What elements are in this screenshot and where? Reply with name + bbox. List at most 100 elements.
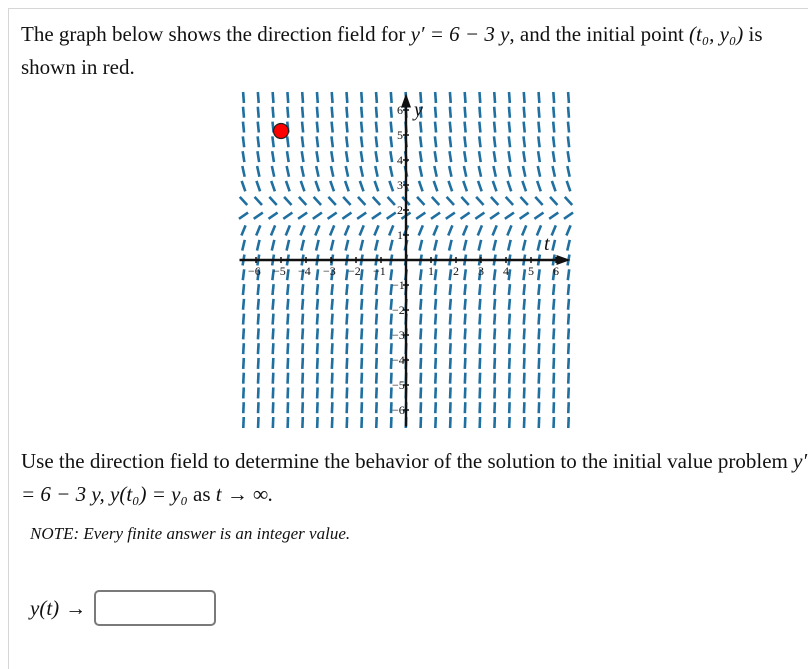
slope-segment [490,213,499,219]
slope-segment [494,387,495,398]
slope-segment [447,197,454,205]
intro-text: The graph below shows the direction fiel… [21,18,791,84]
slope-segment [317,387,318,398]
question-text: Use the direction field to determine the… [21,445,808,511]
slope-segment [435,92,436,103]
slope-segment [346,151,348,162]
slope-segment [287,314,288,325]
slope-segment [317,373,318,384]
slope-segment [301,181,305,191]
slope-segment [346,107,347,118]
slope-segment [479,122,480,133]
slope-segment [479,107,480,118]
slope-segment [479,151,481,162]
slope-segment [479,328,480,339]
slope-segment [464,269,465,280]
slope-segment [302,136,303,147]
slope-segment [376,92,377,103]
slope-segment [420,166,422,177]
slope-segment [390,151,392,162]
slope-segment [302,343,303,354]
slope-segment [478,225,482,235]
slope-segment [509,92,510,103]
t-tick-label: 5 [528,264,534,278]
slope-segment [539,358,540,369]
slope-segment [564,213,573,219]
slope-segment [568,107,569,118]
slope-segment [332,373,333,384]
slope-segment [508,166,510,177]
direction-field-chart: ty −6−5−4−3−2−1123456−6−5−4−3−2−1123456 [230,88,590,438]
slope-segment [258,122,259,133]
slope-segment [450,343,451,354]
slope-segment [391,136,392,147]
slope-segment [287,269,288,280]
slope-segment [376,122,377,133]
slope-segment [391,122,392,133]
slope-segment [565,197,572,205]
slope-segment [479,136,480,147]
slope-segment [358,197,365,205]
slope-segment [258,107,259,118]
slope-segment [243,136,244,147]
slope-segment [272,136,273,147]
intro-text-start: The graph below shows the direction fiel… [21,22,411,46]
slope-segment [302,358,303,369]
slope-segment [315,225,319,235]
slope-segment [420,314,421,325]
slope-segment [271,225,275,235]
slope-segment [567,166,569,177]
slope-segment [420,299,421,310]
slope-segment [509,107,510,118]
slope-segment [435,299,436,310]
answer-input[interactable] [94,590,216,626]
slope-segment [464,136,465,147]
slope-segment [450,358,451,369]
slope-segment [387,213,396,219]
slope-segment [420,358,421,369]
intro-text-mid: , and the initial point [509,22,689,46]
slope-segment [317,269,318,280]
slope-segment [361,122,362,133]
slope-segment [242,240,245,251]
slope-segment [287,284,288,295]
slope-segment [435,151,437,162]
slope-segment [243,343,244,354]
slope-segment [258,299,259,310]
slope-segment [420,122,421,133]
slope-segment [465,299,466,310]
slope-segment [493,225,497,235]
slope-segment [509,328,510,339]
slope-segment [508,181,512,191]
slope-segment [549,213,558,219]
slope-segment [288,358,289,369]
slope-segment [257,151,259,162]
slope-segment [494,269,495,280]
slope-segment [361,136,362,147]
slope-segment [539,373,540,384]
slope-segment [332,284,333,295]
slope-segment [317,299,318,310]
slope-segment [568,328,569,339]
slope-segment [330,181,334,191]
slope-segment [450,328,451,339]
slope-segment [450,284,451,295]
slope-segment [258,314,259,325]
slope-segment [494,284,495,295]
slope-segment [375,181,379,191]
slope-segment [434,166,436,177]
slope-segment [361,269,362,280]
slope-segment [258,343,259,354]
slope-segment [494,299,495,310]
slope-segment [538,136,539,147]
slope-segment [524,387,525,398]
slope-segment [376,373,377,384]
slope-segment [317,136,318,147]
slope-segment [435,136,436,147]
slope-segment [449,240,452,251]
slope-segment [332,358,333,369]
slope-segment [507,225,511,235]
slope-segment [287,136,288,147]
slope-segment [568,373,569,384]
slope-segment [435,107,436,118]
